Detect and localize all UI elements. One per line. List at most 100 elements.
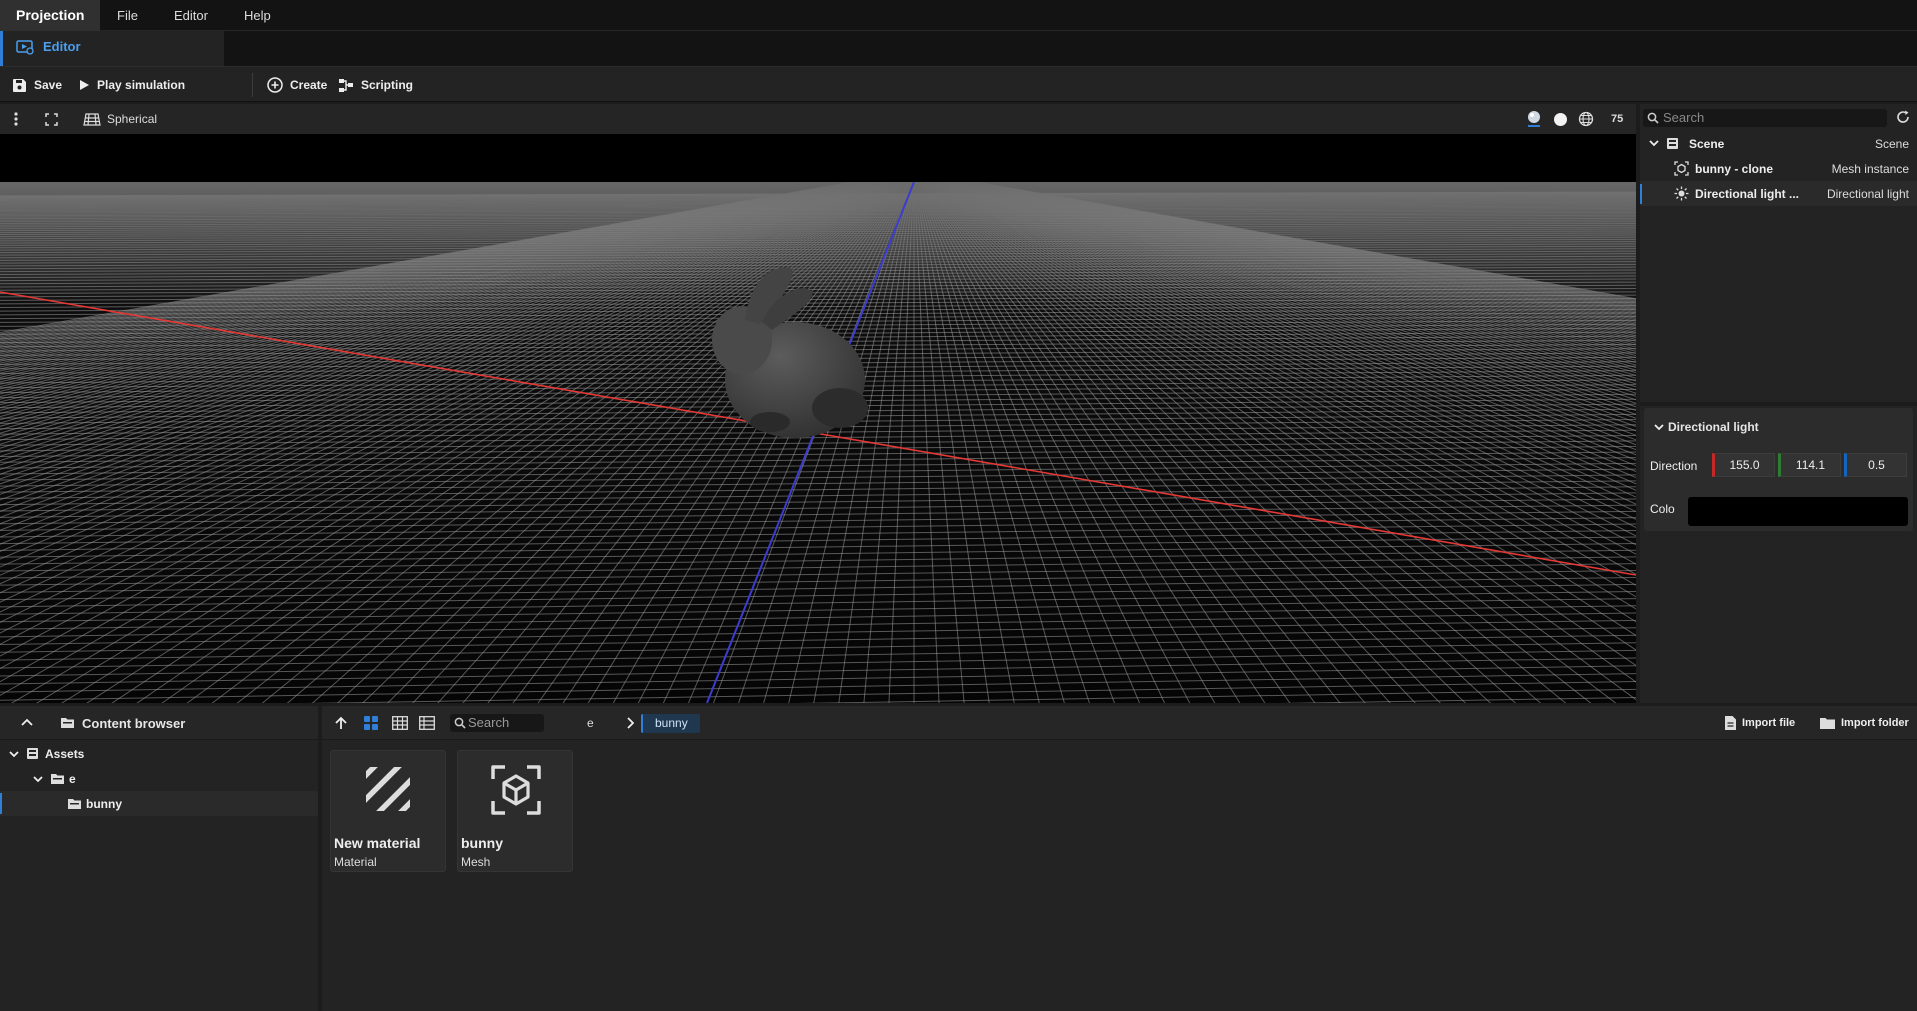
scene-grid-canvas <box>0 182 1636 703</box>
create-label: Create <box>290 78 328 92</box>
mesh-instance-icon <box>1674 161 1689 176</box>
breadcrumb-e[interactable]: e <box>587 714 594 733</box>
hierarchy-row-directional-light[interactable]: Directional light ... Directional light <box>1640 181 1917 206</box>
viewport-letterbox <box>0 134 1636 182</box>
chevron-down-icon[interactable] <box>1649 139 1659 147</box>
fullscreen-icon <box>45 112 58 126</box>
tree-item-e[interactable]: e <box>0 766 318 791</box>
content-browser-title: Content browser <box>82 716 186 731</box>
tab-editor-label: Editor <box>43 39 81 54</box>
menu-file[interactable]: File <box>103 0 152 31</box>
mesh-cube-icon <box>491 765 541 815</box>
node-graph-icon <box>338 78 354 93</box>
tree-label-assets: Assets <box>45 747 85 761</box>
import-file-button[interactable]: Import file <box>1724 706 1795 740</box>
list-view-icon[interactable] <box>419 716 435 730</box>
folder-icon <box>67 797 82 810</box>
play-simulation-label: Play simulation <box>97 78 186 92</box>
save-button[interactable]: Save <box>12 67 62 103</box>
direction-x-field[interactable]: 155.0 <box>1712 453 1775 477</box>
menu-help[interactable]: Help <box>230 0 285 31</box>
selection-indicator <box>1640 184 1642 204</box>
small-grid-view-icon[interactable] <box>392 716 408 730</box>
toolbar-divider <box>252 73 253 97</box>
asset-card-new-material[interactable]: New material Material <box>330 750 446 872</box>
horizon-haze <box>0 182 1636 302</box>
selection-indicator <box>0 793 2 814</box>
color-label: Colo <box>1650 502 1675 516</box>
material-icon <box>364 765 412 813</box>
viewport-options-button[interactable] <box>10 104 22 134</box>
create-button[interactable]: Create <box>267 67 327 103</box>
content-browser-sidebar: Content browser Assets e bunny <box>0 706 318 1011</box>
scene-hierarchy-panel: Search Scene Scene bunny - clone Mesh in… <box>1640 104 1917 402</box>
chevron-down-icon[interactable] <box>9 750 19 758</box>
fov-value[interactable]: 75 <box>1611 104 1623 134</box>
more-vertical-icon <box>10 112 22 126</box>
scripting-label: Scripting <box>361 78 414 92</box>
direction-y-field[interactable]: 114.1 <box>1778 453 1841 477</box>
app-brand-menu[interactable]: Projection <box>0 0 101 31</box>
content-browser-toolbar: Search e bunny Import file Import folder <box>322 706 1917 740</box>
editor-play-icon <box>16 39 34 55</box>
color-swatch[interactable] <box>1688 497 1908 526</box>
menu-editor[interactable]: Editor <box>160 0 222 31</box>
scripting-button[interactable]: Scripting <box>338 67 413 103</box>
refresh-icon[interactable] <box>1896 110 1910 124</box>
camera-mode-button[interactable]: Spherical <box>83 104 157 134</box>
direction-label: Direction <box>1650 459 1698 473</box>
save-label: Save <box>34 78 63 92</box>
content-browser-header: Content browser <box>0 706 318 740</box>
chevron-right-icon <box>626 717 634 729</box>
content-search-input[interactable]: Search <box>450 714 544 732</box>
grid-view-icon <box>83 112 101 126</box>
chevron-down-icon[interactable] <box>33 775 43 783</box>
hierarchy-search-input[interactable]: Search <box>1643 109 1887 127</box>
shading-wireframe-toggle[interactable] <box>1578 104 1594 134</box>
content-browser-main: Search e bunny Import file Import folder… <box>322 706 1917 1011</box>
scene-viewport[interactable]: Spherical 75 <box>0 104 1636 703</box>
menu-bar: Projection File Editor Help <box>0 0 1917 31</box>
fullscreen-button[interactable] <box>45 104 58 134</box>
properties-panel: Directional light Direction 155.0 114.1 … <box>1640 406 1917 703</box>
asset-name: bunny <box>461 835 503 851</box>
viewport-header: Spherical 75 <box>0 104 1636 134</box>
tab-bar: Editor <box>0 31 1917 66</box>
tab-editor[interactable]: Editor <box>0 31 224 66</box>
import-folder-button[interactable]: Import folder <box>1819 706 1909 740</box>
import-file-label: Import file <box>1742 717 1796 729</box>
tree-item-bunny[interactable]: bunny <box>0 791 318 816</box>
camera-mode-label: Spherical <box>107 112 158 126</box>
scene-box-icon <box>1666 137 1679 150</box>
save-icon <box>12 78 27 93</box>
hierarchy-bunny-name: bunny - clone <box>1695 162 1773 176</box>
flat-shading-icon <box>1553 112 1568 127</box>
direction-z-field[interactable]: 0.5 <box>1844 453 1907 477</box>
folder-open-icon <box>50 772 65 785</box>
shading-material-toggle[interactable] <box>1526 104 1542 134</box>
asset-card-bunny[interactable]: bunny Mesh <box>457 750 573 872</box>
content-search-placeholder: Search <box>468 715 510 730</box>
tree-item-assets[interactable]: Assets <box>0 741 318 766</box>
hierarchy-row-scene[interactable]: Scene Scene <box>1640 131 1917 156</box>
search-icon <box>454 717 466 729</box>
material-shading-icon <box>1526 110 1542 128</box>
scene-render[interactable] <box>0 182 1636 703</box>
play-simulation-button[interactable]: Play simulation <box>79 67 185 103</box>
large-grid-view-icon[interactable] <box>363 715 379 731</box>
shading-flat-toggle[interactable] <box>1553 104 1568 134</box>
hierarchy-scene-type: Scene <box>1874 137 1909 151</box>
import-folder-label: Import folder <box>1841 717 1909 729</box>
hierarchy-row-bunny-clone[interactable]: bunny - clone Mesh instance <box>1640 156 1917 181</box>
assets-box-icon <box>26 747 39 760</box>
hierarchy-scene-name: Scene <box>1689 137 1725 151</box>
chevron-down-icon[interactable] <box>1654 423 1664 431</box>
asset-name: New material <box>334 835 421 851</box>
hierarchy-search-placeholder: Search <box>1663 110 1705 125</box>
arrow-up-icon[interactable] <box>334 716 348 730</box>
collapse-up-icon[interactable] <box>21 718 33 726</box>
add-circle-icon <box>267 77 283 93</box>
breadcrumb-bunny[interactable]: bunny <box>641 714 700 733</box>
play-icon <box>79 79 90 91</box>
search-icon <box>1647 112 1659 124</box>
